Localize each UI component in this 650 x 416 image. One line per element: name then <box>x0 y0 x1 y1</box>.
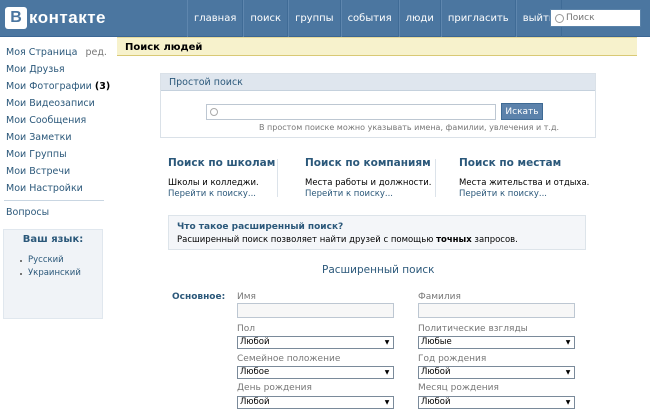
companies-column: Поиск по компаниям Места работы и должно… <box>305 157 432 200</box>
top-search-input[interactable] <box>566 13 636 23</box>
chevron-down-icon: ▼ <box>565 399 571 406</box>
page-header: Поиск людей <box>117 37 637 56</box>
language-box: Ваш язык: Русский Украинский <box>3 229 103 319</box>
page-title: Поиск людей <box>125 42 203 53</box>
advanced-info-answer: Расширенный поиск позволяет найти друзей… <box>177 235 518 245</box>
sidebar-item-videos[interactable]: Мои Видеозаписи <box>0 95 110 112</box>
chevron-down-icon: ▼ <box>384 339 390 346</box>
places-column: Поиск по местам Места жительства и отдых… <box>459 157 589 200</box>
birth-year-select[interactable]: Любой ▼ <box>418 366 575 379</box>
schools-link[interactable]: Перейти к поиску... <box>168 189 275 200</box>
photos-count: (3) <box>94 81 111 92</box>
main-content: Поиск людей Простой поиск Искать В прост… <box>117 37 637 416</box>
sidebar-item-label: Мои Фотографии <box>6 81 92 92</box>
top-search-box[interactable] <box>550 9 641 27</box>
name-label: Имя <box>237 292 256 302</box>
companies-title[interactable]: Поиск по компаниям <box>305 157 432 169</box>
gender-label: Пол <box>237 324 256 334</box>
language-russian[interactable]: Русский <box>4 254 102 267</box>
simple-search-row: Искать <box>206 103 543 120</box>
sidebar-divider <box>4 200 104 201</box>
schools-title[interactable]: Поиск по школам <box>168 157 275 169</box>
search-icon <box>555 13 564 23</box>
top-bar: В контакте главная поиск группы события … <box>0 0 650 37</box>
name-input[interactable] <box>237 303 394 318</box>
sidebar-item-notes[interactable]: Мои Заметки <box>0 129 110 146</box>
birth-day-select[interactable]: Любой ▼ <box>237 396 394 409</box>
places-link[interactable]: Перейти к поиску... <box>459 189 589 200</box>
chevron-down-icon: ▼ <box>384 369 390 376</box>
companies-desc: Места работы и должности. <box>305 178 432 188</box>
nav-invite[interactable]: пригласить <box>440 0 516 37</box>
marital-select[interactable]: Любое ▼ <box>237 366 394 379</box>
language-title: Ваш язык: <box>22 234 84 245</box>
places-title[interactable]: Поиск по местам <box>459 157 589 169</box>
schools-column: Поиск по школам Школы и колледжи. Перейт… <box>168 157 275 200</box>
chevron-down-icon: ▼ <box>565 339 571 346</box>
nav-groups[interactable]: группы <box>288 0 341 37</box>
marital-label: Семейное положение <box>237 354 341 364</box>
companies-link[interactable]: Перейти к поиску... <box>305 189 432 200</box>
sidebar-item-photos[interactable]: Мои Фотографии (3) <box>0 78 110 95</box>
sidebar-item-messages[interactable]: Мои Сообщения <box>0 112 110 129</box>
search-icon <box>210 107 218 116</box>
simple-search-hint: В простом поиске можно указывать имена, … <box>259 123 560 132</box>
sidebar-item-label: Моя Страница <box>6 47 78 58</box>
birth-day-label: День рождения <box>237 383 312 393</box>
sidebar-item-groups[interactable]: Мои Группы <box>0 146 110 163</box>
language-ukrainian[interactable]: Украинский <box>4 267 102 280</box>
section-label-basic: Основное: <box>172 292 226 302</box>
sidebar-item-meetings[interactable]: Мои Встречи <box>0 163 110 180</box>
simple-search-input[interactable] <box>206 103 496 120</box>
schools-desc: Школы и колледжи. <box>168 178 259 188</box>
surname-label: Фамилия <box>418 292 461 302</box>
surname-input[interactable] <box>418 303 575 318</box>
birth-month-select[interactable]: Любой ▼ <box>418 396 575 409</box>
politics-label: Политические взгляды <box>418 324 528 334</box>
nav-events[interactable]: события <box>340 0 399 37</box>
simple-search-box: Простой поиск Искать В простом поиске мо… <box>160 73 596 138</box>
top-nav: главная поиск группы события люди пригла… <box>187 0 563 37</box>
left-sidebar: Моя Страница ред. Мои Друзья Мои Фотограф… <box>0 37 110 416</box>
chevron-down-icon: ▼ <box>565 369 571 376</box>
search-button[interactable]: Искать <box>501 103 543 120</box>
nav-home[interactable]: главная <box>187 0 244 37</box>
birth-year-label: Год рождения <box>418 354 487 364</box>
birth-month-label: Месяц рождения <box>418 383 499 393</box>
nav-people[interactable]: люди <box>398 0 441 37</box>
logo-icon: В <box>5 7 27 29</box>
logo-text: контакте <box>29 8 107 27</box>
politics-select[interactable]: Любые ▼ <box>418 336 575 349</box>
gender-select[interactable]: Любой ▼ <box>237 336 394 349</box>
vkontakte-logo[interactable]: В контакте <box>5 6 106 30</box>
nav-search[interactable]: поиск <box>243 0 289 37</box>
advanced-info-question: Что такое расширенный поиск? <box>177 222 344 232</box>
edit-link[interactable]: ред. <box>85 47 106 58</box>
advanced-search-title: Расширенный поиск <box>322 264 435 276</box>
sidebar-item-friends[interactable]: Мои Друзья <box>0 61 110 78</box>
column-divider <box>277 159 278 197</box>
places-desc: Места жительства и отдыха. <box>459 178 590 188</box>
column-divider <box>435 159 436 197</box>
sidebar-item-questions[interactable]: Вопросы <box>0 204 110 221</box>
sidebar-item-my-page[interactable]: Моя Страница ред. <box>0 44 110 61</box>
sidebar-item-settings[interactable]: Мои Настройки <box>0 180 110 197</box>
simple-search-header: Простой поиск <box>161 74 595 91</box>
chevron-down-icon: ▼ <box>384 399 390 406</box>
advanced-info-box: Что такое расширенный поиск? Расширенный… <box>168 215 586 250</box>
